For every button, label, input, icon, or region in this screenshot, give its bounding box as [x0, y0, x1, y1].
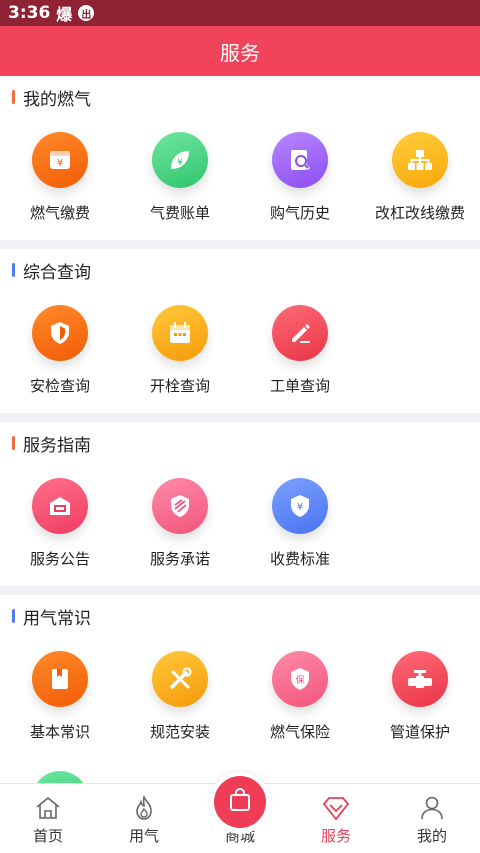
user-icon	[421, 796, 443, 820]
service-item-fee-standard[interactable]: ¥ 收费标准	[240, 464, 360, 584]
service-item-basic-knowledge[interactable]: 基本常识	[0, 637, 120, 757]
status-app-icon: 爆	[56, 5, 73, 24]
service-item-label: 安检查询	[29, 377, 90, 395]
section-my-gas: 我的燃气 ¥ 燃气缴费 ¥ 气费账单 购气历史 改杠改线缴费	[0, 76, 480, 240]
gas-bill-icon: ¥	[32, 132, 88, 188]
service-item-label: 服务公告	[29, 550, 90, 568]
service-item-open-valve-query[interactable]: 开栓查询	[120, 291, 240, 411]
status-badge: 出	[78, 5, 95, 21]
service-item-commitment[interactable]: 服务承诺	[120, 464, 240, 584]
diamond-icon	[322, 797, 350, 821]
service-item-work-order-query[interactable]: 工单查询	[240, 291, 360, 411]
tab-home[interactable]: 首页	[0, 784, 96, 853]
page-title: 服务	[220, 40, 260, 65]
tab-label: 用气	[128, 827, 159, 845]
service-item-purchase-history[interactable]: 购气历史	[240, 118, 360, 238]
pipe-valve-icon	[392, 651, 448, 707]
app-header: 服务	[0, 26, 480, 76]
safety-check-icon	[32, 771, 88, 783]
flame-icon	[136, 795, 152, 820]
bottom-tab-bar: 首页 用气 商城 服务 我的	[0, 772, 480, 853]
service-item-label: 开栓查询	[149, 377, 210, 395]
svg-text:¥: ¥	[297, 502, 303, 513]
status-bar: 3:36 爆 出	[0, 0, 480, 26]
service-item-label: 气费账单	[149, 204, 210, 222]
shopping-bag-icon	[214, 776, 266, 828]
service-item-announcement[interactable]: 服务公告	[0, 464, 120, 584]
pipeline-network-icon	[392, 132, 448, 188]
service-item-pipeline-payment[interactable]: 改杠改线缴费	[360, 118, 480, 238]
service-item-gas-insurance[interactable]: 保 燃气保险	[240, 637, 360, 757]
service-item-gas-bill[interactable]: ¥ 气费账单	[120, 118, 240, 238]
service-item-label: 管道保护	[389, 723, 450, 741]
tab-gas[interactable]: 用气	[96, 784, 192, 853]
tab-service[interactable]: 服务	[288, 784, 384, 853]
service-item-pipe-protection[interactable]: 管道保护	[360, 637, 480, 757]
service-item-installation[interactable]: 规范安装	[120, 637, 240, 757]
section-service-guide: 服务指南 服务公告 服务承诺 ¥ 收费标准	[0, 422, 480, 586]
service-item-label: 收费标准	[269, 550, 330, 568]
history-search-icon	[272, 132, 328, 188]
home-icon	[36, 796, 60, 819]
section-bar-icon	[12, 263, 15, 277]
service-item-label: 改杠改线缴费	[374, 204, 465, 222]
edit-icon	[272, 305, 328, 361]
service-item-label: 购气历史	[269, 204, 330, 222]
tab-label: 我的	[416, 827, 447, 845]
service-item-label: 基本常识	[29, 723, 90, 741]
tab-label: 首页	[32, 827, 63, 845]
status-time: 3:36	[8, 3, 51, 23]
section-title: 服务指南	[0, 422, 480, 464]
service-item-label: 燃气保险	[269, 723, 330, 741]
section-bar-icon	[12, 90, 15, 104]
book-icon	[32, 651, 88, 707]
section-title-text: 综合查询	[23, 262, 91, 283]
announcement-icon	[32, 478, 88, 534]
section-title: 我的燃气	[0, 76, 480, 118]
tab-mall[interactable]: 商城	[192, 772, 288, 853]
svg-text:¥: ¥	[177, 158, 183, 168]
svg-text:保: 保	[295, 674, 304, 686]
service-content[interactable]: 我的燃气 ¥ 燃气缴费 ¥ 气费账单 购气历史 改杠改线缴费 综合查询 安检查询…	[0, 76, 480, 783]
service-item-gas-payment[interactable]: ¥ 燃气缴费	[0, 118, 120, 238]
section-bar-icon	[12, 609, 15, 623]
service-item-safety-check[interactable]	[0, 757, 120, 783]
section-title-text: 我的燃气	[23, 89, 91, 110]
service-item-safety-query[interactable]: 安检查询	[0, 291, 120, 411]
fee-shield-icon: ¥	[272, 478, 328, 534]
leaf-bill-icon: ¥	[152, 132, 208, 188]
service-item-label: 规范安装	[149, 723, 210, 741]
tab-mine[interactable]: 我的	[384, 784, 480, 853]
section-title: 用气常识	[0, 595, 480, 637]
section-title: 综合查询	[0, 249, 480, 291]
tab-label: 服务	[320, 827, 351, 845]
shield-check-icon	[32, 305, 88, 361]
section-title-text: 服务指南	[23, 435, 91, 456]
section-gas-knowledge: 用气常识 基本常识 规范安装 保 燃气保险 管道保护	[0, 595, 480, 783]
service-item-label: 燃气缴费	[29, 204, 90, 222]
calendar-icon	[152, 305, 208, 361]
section-query: 综合查询 安检查询 开栓查询 工单查询	[0, 249, 480, 413]
tools-icon	[152, 651, 208, 707]
service-item-label: 服务承诺	[149, 550, 210, 568]
section-title-text: 用气常识	[23, 608, 91, 629]
promise-shield-icon	[152, 478, 208, 534]
service-item-label: 工单查询	[269, 377, 330, 395]
section-bar-icon	[12, 436, 15, 450]
svg-text:¥: ¥	[57, 158, 63, 169]
insurance-icon: 保	[272, 651, 328, 707]
